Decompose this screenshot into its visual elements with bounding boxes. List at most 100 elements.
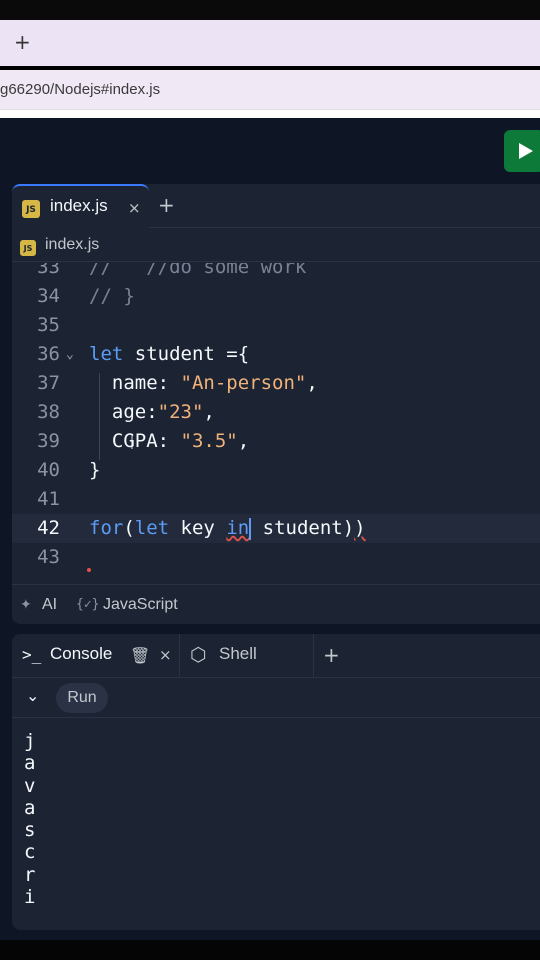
code-line[interactable]: 42 for(let key in student)): [12, 514, 540, 543]
line-number: 36: [37, 343, 60, 365]
code-line[interactable]: 40}: [12, 456, 540, 485]
code-token: ): [354, 517, 366, 539]
ai-button[interactable]: AI: [42, 596, 57, 614]
line-number: 33: [37, 263, 60, 278]
code-line[interactable]: 37 name: "An-person",: [12, 369, 540, 398]
code-line[interactable]: 34 // }: [12, 282, 540, 311]
console-output-line: v: [24, 774, 36, 797]
line-number: 34: [37, 285, 60, 307]
line-number: 43: [37, 546, 60, 568]
code-token: student): [251, 517, 355, 539]
javascript-file-icon: JS: [20, 240, 36, 256]
console-tabbar: >_ Console 🗑 × ⬡ Shell +: [12, 634, 540, 678]
editor-statusbar: ✦ AI {✓} JavaScript: [12, 584, 540, 624]
braces-icon: {✓}: [76, 597, 100, 612]
console-output-line: c: [24, 841, 36, 864]
fold-chevron-icon[interactable]: ⌄: [66, 340, 74, 369]
add-tab-button[interactable]: +: [323, 643, 340, 667]
add-tab-button[interactable]: +: [158, 193, 175, 217]
line-number: 37: [37, 372, 60, 394]
tab-divider: [313, 634, 314, 678]
console-output-line: j: [24, 730, 36, 752]
code-editor[interactable]: 33 // //do some work 34 // } 35 36 ⌄ let studen…: [12, 263, 540, 583]
code-token: }: [89, 459, 101, 481]
line-number: 35: [37, 314, 60, 336]
run-entry-chip[interactable]: Run: [56, 683, 108, 713]
tab-console[interactable]: Console: [50, 644, 112, 664]
code-line[interactable]: 36 ⌄ let student ={: [12, 340, 540, 369]
code-text: // //do some work: [89, 263, 306, 282]
code-text: let student ={: [89, 340, 249, 369]
language-indicator[interactable]: JavaScript: [103, 596, 178, 614]
line-number: 38: [37, 401, 60, 423]
address-bar[interactable]: g66290/Nodejs#index.js: [0, 70, 540, 110]
code-text: // }: [89, 282, 135, 311]
shell-icon: ⬡: [190, 644, 207, 666]
close-icon[interactable]: ×: [159, 646, 172, 664]
code-token: "3.5": [180, 430, 238, 452]
code-token: ,: [203, 401, 215, 423]
tab-index-js[interactable]: JS index.js ×: [12, 184, 149, 228]
run-button[interactable]: [504, 130, 540, 172]
editor-panel: JS index.js × + JS index.js 33 // //do so…: [12, 184, 540, 624]
chevron-down-icon[interactable]: ⌄: [26, 686, 39, 705]
trash-icon[interactable]: 🗑: [130, 646, 150, 665]
code-token: "An-person": [180, 372, 307, 394]
browser-top-bar: [0, 0, 540, 20]
console-output-line: r: [24, 863, 36, 886]
console-output-line: a: [24, 752, 36, 775]
code-token: student ={: [123, 343, 250, 365]
terminal-prompt-icon: >_: [22, 645, 42, 664]
browser-divider: [0, 110, 540, 118]
new-tab-button[interactable]: +: [14, 30, 31, 54]
code-token: let: [89, 343, 124, 365]
code-text: }: [89, 456, 100, 485]
code-text: age:"23",: [89, 398, 215, 427]
code-token: // }: [89, 285, 135, 307]
code-token: key: [169, 517, 227, 539]
code-line[interactable]: 43: [12, 543, 540, 572]
line-number: 39: [37, 430, 60, 452]
breadcrumb: JS index.js: [12, 228, 540, 262]
code-token: // //do some work: [89, 263, 307, 278]
browser-tabstrip: +: [0, 20, 540, 66]
line-number: 40: [37, 459, 60, 481]
console-output-line: a: [24, 796, 36, 819]
console-toolbar: ⌄ Run: [12, 678, 540, 718]
tab-divider: [179, 634, 180, 678]
code-text: for(let key in student)): [89, 514, 366, 543]
code-line[interactable]: 38 age:"23",: [12, 398, 540, 427]
code-token: "23": [157, 401, 204, 423]
code-text: name: "An-person",: [89, 369, 318, 398]
code-token: in: [226, 517, 250, 539]
play-icon: [519, 143, 533, 159]
code-token: ,: [306, 372, 318, 394]
ai-sparkle-icon[interactable]: ✦: [20, 597, 32, 613]
line-number: 41: [37, 488, 60, 510]
code-token: CGPA:: [89, 430, 181, 452]
url-text: g66290/Nodejs#index.js: [0, 81, 161, 98]
console-output-line: i: [24, 886, 36, 909]
code-text: CGPA: "3.5",: [89, 427, 249, 456]
code-token: ,: [237, 430, 250, 452]
code-token: name:: [89, 372, 181, 394]
console-panel: >_ Console 🗑 × ⬡ Shell + ⌄ Run javascri: [12, 634, 540, 930]
editor-tabbar: JS index.js × +: [12, 184, 540, 228]
tab-label: index.js: [50, 196, 108, 215]
code-token: let: [134, 517, 170, 539]
code-token: for: [89, 517, 124, 539]
console-output: javascri: [24, 730, 35, 908]
code-line[interactable]: 39 CGPA: "3.5",: [12, 427, 540, 456]
code-token: age:: [89, 401, 158, 423]
code-line[interactable]: 35: [12, 311, 540, 340]
code-line[interactable]: 41: [12, 485, 540, 514]
code-line[interactable]: 33 // //do some work: [12, 263, 540, 282]
close-icon[interactable]: ×: [128, 199, 141, 217]
replit-workspace: JS index.js × + JS index.js 33 // //do so…: [0, 118, 540, 940]
javascript-file-icon: JS: [22, 200, 40, 218]
breadcrumb-file[interactable]: index.js: [45, 236, 99, 254]
system-bottom-bar: [0, 940, 540, 960]
code-token: (: [123, 517, 135, 539]
tab-shell[interactable]: Shell: [219, 644, 257, 664]
console-output-line: s: [24, 819, 36, 842]
